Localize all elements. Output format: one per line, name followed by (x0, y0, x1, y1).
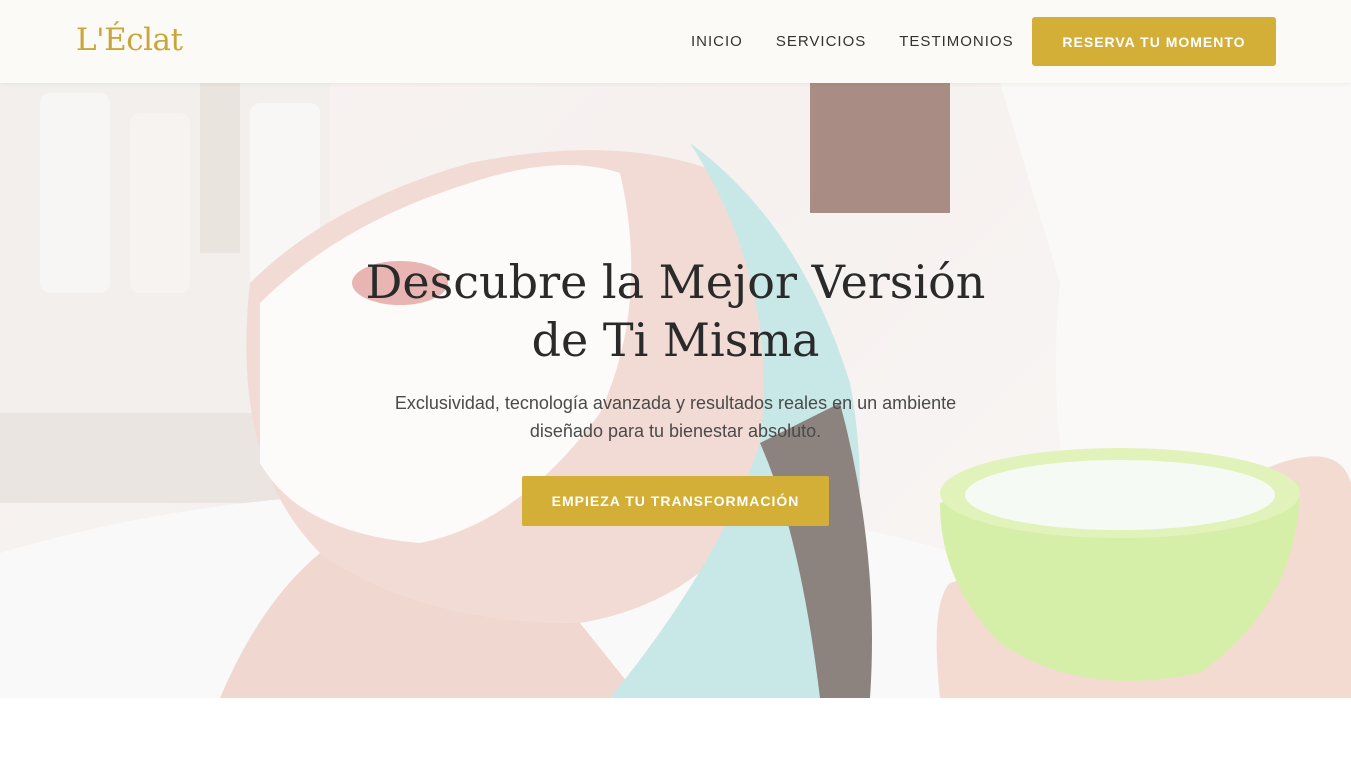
nav-links: INICIO SERVICIOS TESTIMONIOS (691, 33, 1047, 50)
hero-section: Descubre la Mejor Versión de Ti Misma Ex… (0, 83, 1351, 698)
start-transformation-button[interactable]: EMPIEZA TU TRANSFORMACIÓN (522, 476, 829, 526)
nav-link-inicio[interactable]: INICIO (691, 33, 743, 50)
nav-link-testimonios[interactable]: TESTIMONIOS (899, 33, 1013, 50)
hero-subtitle: Exclusividad, tecnología avanzada y resu… (394, 393, 957, 441)
hero-title: Descubre la Mejor Versión de Ti Misma (365, 255, 986, 367)
navbar: L'Éclat INICIO SERVICIOS TESTIMONIOS RES… (0, 0, 1351, 83)
hero-content: Descubre la Mejor Versión de Ti Misma Ex… (0, 253, 1351, 526)
logo[interactable]: L'Éclat (76, 22, 183, 58)
nav-link-servicios[interactable]: SERVICIOS (776, 33, 866, 50)
reserve-button[interactable]: RESERVA TU MOMENTO (1032, 17, 1276, 66)
